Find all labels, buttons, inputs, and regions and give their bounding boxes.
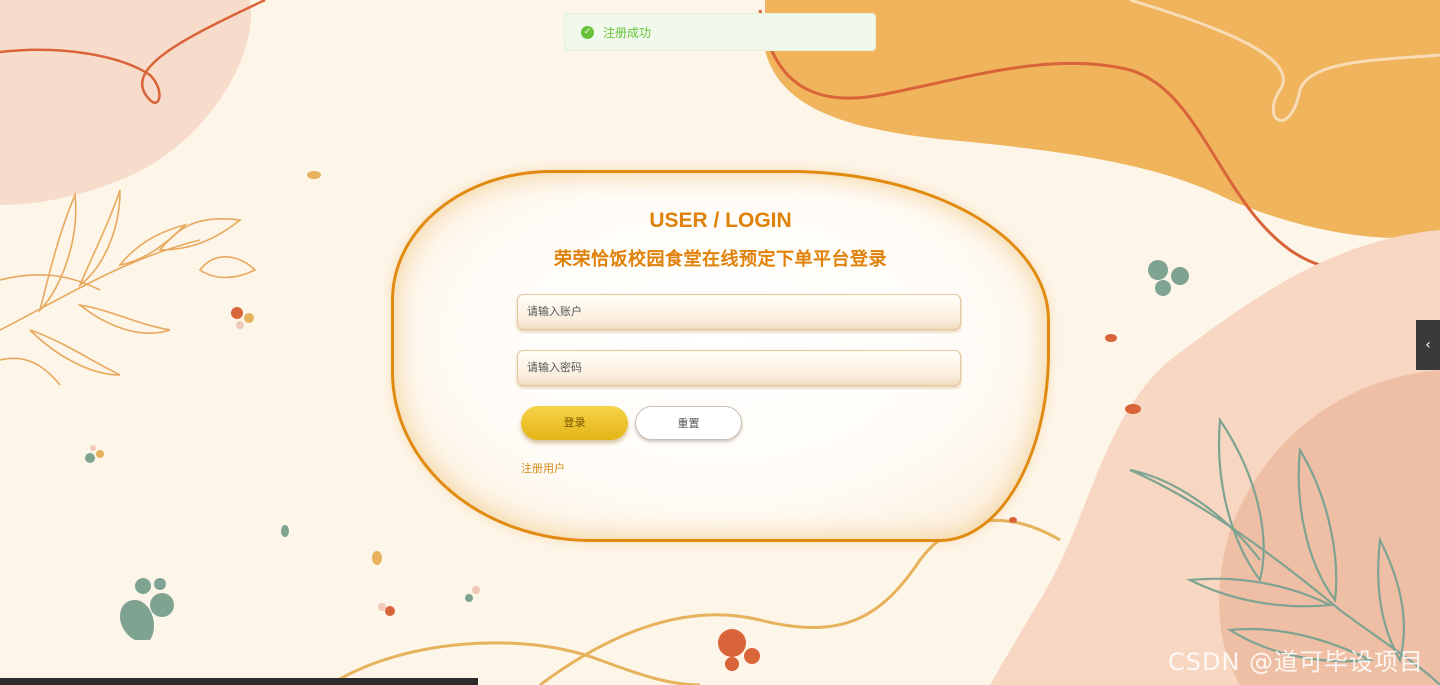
check-circle-icon: ✓ — [581, 25, 594, 39]
chevron-left-icon: ‹ — [1425, 337, 1431, 353]
password-input[interactable]: 请输入密码 — [517, 350, 961, 386]
toast-message: 注册成功 — [603, 25, 652, 40]
login-panel: USER / LOGIN 荣荣恰饭校园食堂在线预定下单平台登录 请输入账户 请输… — [391, 170, 1050, 542]
success-toast: ✓ 注册成功 — [564, 13, 876, 51]
login-title-en: USER / LOGIN — [649, 209, 792, 232]
watermark: CSDN @道可毕设项目 — [1168, 648, 1425, 676]
side-collapse-tab[interactable]: ‹ — [1416, 320, 1440, 370]
login-button[interactable]: 登录 — [521, 406, 628, 440]
account-input[interactable]: 请输入账户 — [517, 294, 961, 330]
bottom-status-bar — [0, 678, 478, 685]
login-title-cn: 荣荣恰饭校园食堂在线预定下单平台登录 — [554, 249, 887, 270]
register-link[interactable]: 注册用户 — [521, 460, 565, 476]
reset-button[interactable]: 重置 — [635, 406, 742, 440]
